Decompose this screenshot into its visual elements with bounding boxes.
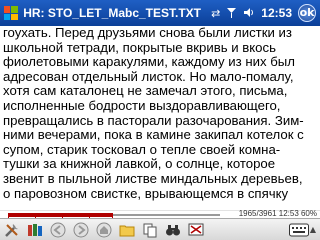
book-text[interactable]: гоухать. Перед друзьями снова были листк… [0,26,320,210]
back-button[interactable] [48,220,68,240]
system-tray: ⇄ 12:53 ok [208,4,320,22]
keyboard-icon [288,223,309,236]
tools-icon [5,223,18,237]
open-button[interactable] [117,220,137,240]
books-icon [28,223,42,236]
text-line: адресован отдельный листок. Но мало-пома… [3,68,294,84]
ok-button[interactable]: ok [298,4,316,22]
text-line: фиолетовыми каракулями, каждому из них б… [3,54,295,70]
fullscreen-icon [188,223,204,235]
text-line: тушки за книжной лавкой, о солнце, котор… [3,156,276,172]
copy-button[interactable] [140,220,160,240]
chevron-up-icon[interactable]: ▲ [310,225,316,234]
start-button[interactable] [0,0,21,26]
home-icon [96,222,112,237]
fullscreen-button[interactable] [186,220,206,240]
windows-logo-icon [3,6,18,20]
position-readout: 1965/3961 12:53 60% [238,209,317,218]
text-line: исполненные бодрости выздоравливающего, [3,97,281,113]
window-title: HR: STO_LET_Mabc_TEST.TXT [21,6,208,20]
bottom-toolbar: ▲ [0,218,320,240]
keyboard-button[interactable]: ▲ [288,223,316,237]
text-line: гоухать. Перед друзьями снова были листк… [3,26,292,40]
tools-button[interactable] [2,220,22,240]
window-title-app: HR: STO_LET_M [23,6,119,20]
text-line: о паровозном свистке, врывающемся в спяч… [3,185,289,201]
home-button[interactable] [94,220,114,240]
status-bar: 1965/3961 12:53 60% [0,209,320,220]
find-button[interactable] [163,220,183,240]
text-line: супом, старик тосковал о тепле своей ком… [3,141,281,157]
text-line: хотя сам каталонец не замечал этого, пис… [3,83,288,99]
connectivity-icon[interactable]: ⇄ [211,8,220,19]
text-line: школьной тетради, покрытые вкривь и вкос… [3,39,276,55]
text-line: превращались в пасторали разочарования. … [3,112,304,128]
forward-arrow-icon [73,222,89,237]
reading-progress-bar[interactable] [8,213,220,220]
back-arrow-icon [50,222,66,237]
binoculars-icon [166,224,180,235]
clock[interactable]: 12:53 [261,6,292,20]
reading-progress-fill [8,213,114,217]
text-line: звенит в пыльной листве миндальных дерев… [3,170,303,186]
forward-button[interactable] [71,220,91,240]
library-button[interactable] [25,220,45,240]
copy-icon [143,223,157,237]
signal-icon[interactable] [226,7,237,20]
folder-icon [119,225,135,236]
volume-icon[interactable] [243,7,255,20]
title-bar: HR: STO_LET_Mabc_TEST.TXT ⇄ 12:53 ok [0,0,320,26]
text-line: ними вечерами, пока в камине закипал кот… [3,127,304,143]
window-title-file: abc_TEST.TXT [118,6,201,20]
